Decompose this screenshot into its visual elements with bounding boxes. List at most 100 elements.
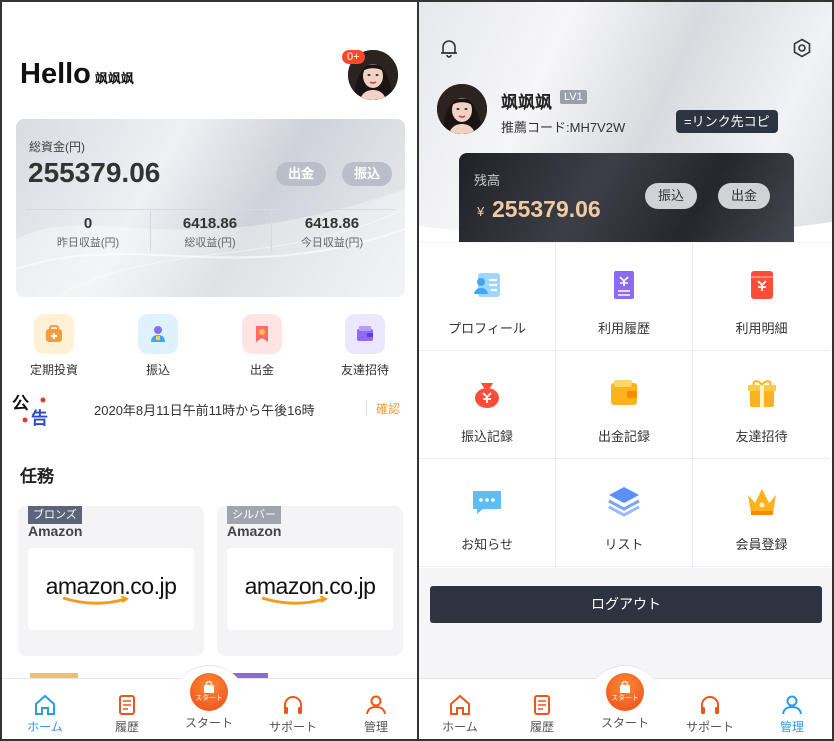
tab-home[interactable]: ホーム [10, 694, 80, 735]
announcement-confirm-link[interactable]: 確認 [376, 400, 400, 417]
start-button[interactable]: スタート [190, 673, 228, 711]
menu-item-usage-detail[interactable]: 利用明細 [693, 243, 830, 351]
bell-icon[interactable] [439, 38, 459, 58]
task-card-silver[interactable]: シルバー Amazon amazon.co.jp [217, 506, 403, 656]
usage-history-icon [614, 271, 634, 299]
amazon-smile-icon [261, 595, 329, 605]
amazon-smile-icon [62, 595, 130, 605]
invite-friends-icon [345, 314, 385, 354]
tab-label: 管理 [779, 720, 804, 734]
menu-item-label: 利用履歴 [597, 321, 650, 336]
logout-button[interactable]: ログアウト [430, 586, 822, 623]
tab-label: ホーム [442, 720, 478, 734]
greeting-text: Hello [20, 58, 91, 90]
menu-item-member-registration[interactable]: 会員登録 [693, 459, 830, 567]
quick-action-withdraw[interactable]: 出金 [222, 314, 302, 378]
greeting: Hello 飒飒飒 [20, 58, 134, 91]
menu-item-profile[interactable]: プロフィール [419, 243, 556, 351]
tasks-section-title: 任務 [20, 467, 54, 486]
referral-code: 推薦コード:MH7V2W [501, 120, 626, 135]
withdraw-button[interactable]: 出金 [718, 183, 771, 209]
user-icon [782, 695, 802, 715]
amazon-logo: amazon.co.jp [227, 548, 393, 630]
account-screen: 飒飒飒 LV1 推薦コード:MH7V2W =リンク先コピ 残高 ¥ 255379… [419, 2, 832, 739]
start-button[interactable]: スタート [606, 673, 644, 711]
money-bag-icon [475, 383, 499, 408]
stat-value: 0 [83, 215, 93, 232]
task-name: Amazon [28, 523, 83, 539]
tab-home[interactable]: ホーム [425, 694, 495, 735]
withdraw-button[interactable]: 出金 [276, 162, 327, 186]
announcement-text[interactable]: 2020年8月11日午前11時から午後16時 [94, 400, 330, 419]
deposit-button[interactable]: 振込 [645, 183, 698, 209]
divider [26, 209, 395, 210]
start-icon-text: スタート [611, 695, 639, 702]
tier-badge: シルバー [227, 506, 281, 524]
tab-start-label: スタート [184, 716, 233, 730]
task-card-bronze[interactable]: ブロンズ Amazon amazon.co.jp [18, 506, 204, 656]
menu-item-label: お知らせ [461, 537, 513, 552]
tab-support[interactable]: サポート [675, 694, 745, 735]
quick-action-label: 友達招待 [340, 363, 389, 377]
tab-manage[interactable]: 管理 [757, 694, 827, 735]
settings-icon[interactable] [792, 38, 812, 58]
deposit-button[interactable]: 振込 [342, 162, 393, 186]
stat-yesterday: 0 昨日収益(円) [28, 215, 148, 250]
quick-action-fixed-investment[interactable]: 定期投資 [14, 314, 94, 378]
menu-item-withdraw-records[interactable]: 出金記録 [556, 351, 693, 459]
bottom-tab-bar: ホーム 履歴 スタート スタート サポート 管理 [2, 665, 417, 739]
tab-label: 管理 [363, 720, 388, 734]
logo-suffix: .co.jp [124, 572, 177, 599]
screenshot-frame: Hello 飒飒飒 0+ 総資金(円) 255379.06 出金 振込 0 昨日… [0, 0, 834, 741]
balance-value: 255379.06 [492, 196, 601, 222]
greeting-username: 飒飒飒 [94, 71, 134, 86]
stat-today: 6418.86 今日収益(円) [272, 215, 392, 250]
menu-item-label: 利用明細 [735, 321, 788, 336]
tab-label: 履歴 [529, 720, 554, 734]
menu-item-label: 振込記録 [460, 429, 513, 444]
tab-manage[interactable]: 管理 [341, 694, 411, 735]
svg-text:告: 告 [31, 408, 48, 428]
avatar[interactable] [437, 84, 487, 134]
logo-suffix: .co.jp [323, 572, 376, 599]
menu-item-notifications[interactable]: お知らせ [419, 459, 556, 567]
svg-text:公: 公 [12, 394, 29, 414]
menu-item-label: 出金記録 [597, 429, 650, 444]
layers-icon [608, 487, 640, 517]
shopping-bag-icon [620, 681, 630, 693]
menu-item-invite-friends[interactable]: 友達招待 [693, 351, 830, 459]
stat-value: 6418.86 [304, 215, 360, 232]
history-icon [534, 695, 550, 715]
quick-action-label: 定期投資 [29, 363, 78, 377]
tab-history[interactable]: 履歴 [507, 694, 577, 735]
bottom-tab-bar: ホーム 履歴 スタート スタート サポート 管理 [419, 665, 832, 739]
tab-start-label: スタート [600, 716, 649, 730]
balance-card: 残高 ¥ 255379.06 振込 出金 [459, 153, 794, 242]
quick-action-deposit[interactable]: 振込 [118, 314, 198, 378]
menu-item-label: 友達招待 [735, 429, 788, 444]
asset-card: 総資金(円) 255379.06 出金 振込 0 昨日収益(円) 6418.86… [16, 119, 405, 297]
stat-total: 6418.86 総収益(円) [150, 215, 270, 250]
tier-badge: ブロンズ [28, 506, 82, 524]
quick-action-invite[interactable]: 友達招待 [325, 314, 405, 378]
user-icon [366, 695, 386, 715]
headphones-icon [284, 696, 302, 714]
profile-card-icon [474, 273, 500, 297]
copy-link-button[interactable]: =リンク先コピ [676, 110, 778, 133]
menu-item-list[interactable]: リスト [556, 459, 693, 567]
task-name: Amazon [227, 523, 282, 539]
tab-support[interactable]: サポート [258, 694, 328, 735]
notification-badge: 0+ [342, 50, 365, 64]
start-icon-text: スタート [195, 695, 223, 702]
tab-label: 履歴 [114, 720, 139, 734]
tab-history[interactable]: 履歴 [92, 694, 162, 735]
stat-label: 今日収益(円) [300, 237, 364, 249]
menu-item-usage-history[interactable]: 利用履歴 [556, 243, 693, 351]
total-assets-label: 総資金(円) [29, 140, 85, 154]
message-icon [473, 491, 501, 514]
announcement-icon: 公 告 [12, 392, 54, 429]
menu-item-deposit-records[interactable]: 振込記録 [419, 351, 556, 459]
amazon-logo: amazon.co.jp [28, 548, 194, 630]
fixed-investment-icon [34, 314, 74, 354]
menu-item-label: リスト [604, 537, 644, 552]
